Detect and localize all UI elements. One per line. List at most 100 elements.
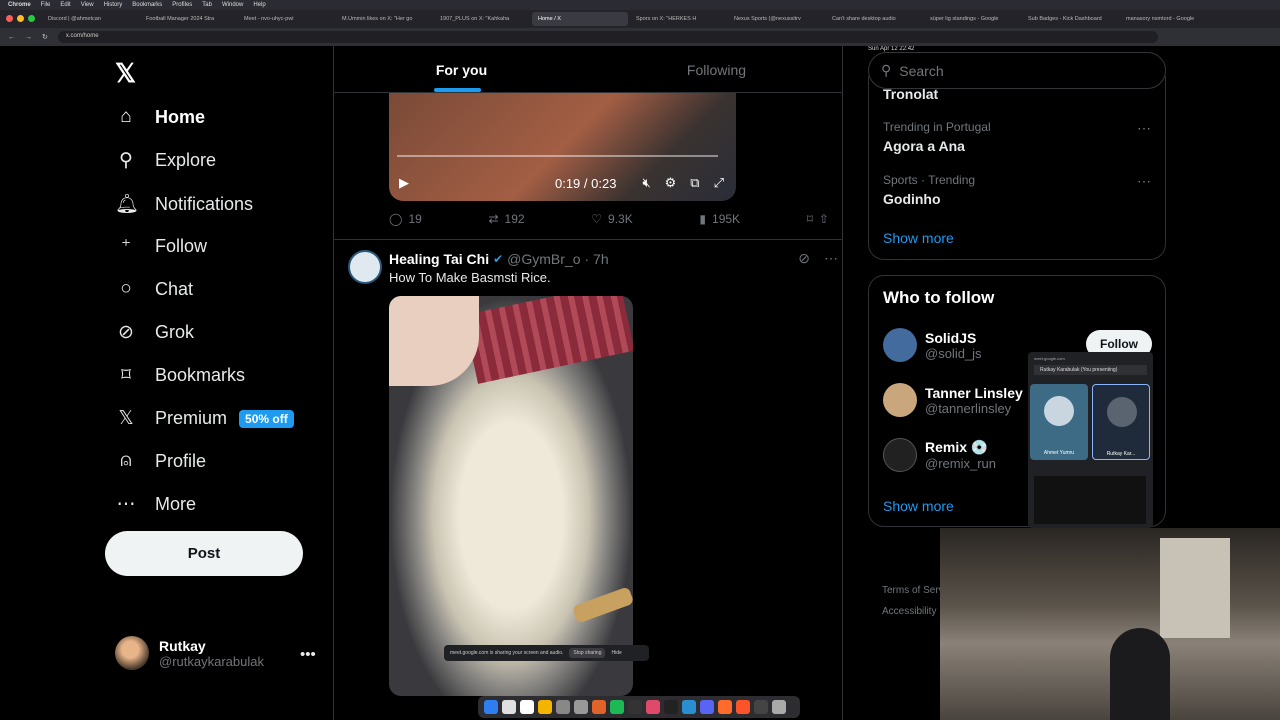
menu-edit[interactable]: Edit	[60, 2, 70, 8]
post-button[interactable]: Post	[105, 531, 303, 576]
video-controls: ▶ 0:19 / 0:23 🔇︎ ⚙ ⧉ ⤢	[399, 175, 724, 191]
nav-follow[interactable]: ⁺ Follow	[115, 235, 207, 258]
chrome-icon[interactable]	[538, 700, 552, 714]
app-icon[interactable]	[592, 700, 606, 714]
menu-bookmarks[interactable]: Bookmarks	[132, 2, 162, 8]
menu-help[interactable]: Help	[253, 2, 265, 8]
footer-link-terms[interactable]: Terms of Serv	[882, 580, 944, 601]
post-author-name[interactable]: Healing Tai Chi	[389, 251, 489, 267]
follow-suggestion[interactable]: Remix 💿 @remix_run	[883, 438, 996, 472]
settings-icon[interactable]	[556, 700, 570, 714]
reply-button[interactable]: ◯ 19	[389, 212, 422, 226]
browser-tab[interactable]: manasory nsmtord - Google	[1120, 12, 1216, 26]
browser-tab[interactable]: Discord | @ahmetcan	[42, 12, 138, 26]
app-icon[interactable]	[628, 700, 642, 714]
trends-show-more[interactable]: Show more	[883, 230, 954, 246]
menu-profiles[interactable]: Profiles	[172, 2, 192, 8]
mute-icon[interactable]: 🔇︎	[642, 175, 650, 191]
trend-more-icon[interactable]: ⋯	[1137, 173, 1151, 190]
footer-link-accessibility[interactable]: Accessibility	[882, 601, 944, 622]
avatar[interactable]	[348, 250, 382, 284]
brave-icon[interactable]	[736, 700, 750, 714]
nav-notifications[interactable]: 🔔︎ Notifications	[115, 192, 253, 216]
browser-tab[interactable]: Football Manager 2024 Stra	[140, 12, 236, 26]
pip-icon[interactable]: ⧉	[690, 175, 699, 191]
slack-icon[interactable]	[502, 700, 516, 714]
share-icon[interactable]: ⇧	[819, 212, 829, 226]
video-progress-bar[interactable]	[397, 155, 718, 157]
menu-history[interactable]: History	[104, 2, 123, 8]
follow-suggestion[interactable]: SolidJS @solid_js	[883, 328, 982, 362]
nav-grok[interactable]: ⊘ Grok	[115, 321, 194, 344]
account-more-icon[interactable]: •••	[300, 646, 316, 663]
like-button[interactable]: ♡ 9.3K	[591, 212, 632, 226]
reload-icon[interactable]: ↻	[42, 33, 48, 41]
close-window-button[interactable]	[6, 15, 13, 22]
post-author-handle[interactable]: @GymBr_o	[507, 251, 580, 267]
who-to-follow-show-more[interactable]: Show more	[883, 498, 954, 514]
calendar-icon[interactable]	[520, 700, 534, 714]
menu-view[interactable]: View	[81, 2, 94, 8]
nav-bookmarks[interactable]: ⌑ Bookmarks	[115, 364, 245, 387]
trend-more-icon[interactable]: ⋯	[1137, 120, 1151, 137]
post-timestamp[interactable]: · 7h	[585, 251, 609, 267]
discord-icon[interactable]	[700, 700, 714, 714]
post-video[interactable]: ▶ 0:19 / 0:23 🔇︎ ⚙ ⧉ ⤢	[389, 93, 736, 201]
stop-sharing-button[interactable]: Stop sharing	[569, 648, 606, 658]
back-icon[interactable]: ←	[8, 34, 15, 41]
browser-tab[interactable]: 1907_PLUS on X: "Kahkaha	[434, 12, 530, 26]
meet-participant-tile[interactable]: Rutkay Kar...	[1092, 384, 1150, 460]
app-icon[interactable]	[574, 700, 588, 714]
follow-suggestion[interactable]: Tanner Linsley @tannerlinsley	[883, 383, 1023, 417]
browser-tab[interactable]: Sub Badges - Kick Dashboard	[1022, 12, 1118, 26]
nav-premium[interactable]: 𝕏 Premium 50% off	[115, 407, 294, 430]
spotify-icon[interactable]	[610, 700, 624, 714]
forward-icon[interactable]: →	[25, 34, 32, 41]
account-switcher[interactable]: Rutkay @rutkaykarabulak	[115, 636, 264, 670]
browser-tab[interactable]: süper lig standings - Google	[924, 12, 1020, 26]
browser-tab[interactable]: M.Ummin likes on X: "Her go	[336, 12, 432, 26]
repost-button[interactable]: ⇄ 192	[488, 212, 524, 226]
search-input[interactable]: ⚲ Search	[868, 52, 1166, 89]
settings-gear-icon[interactable]: ⚙	[665, 175, 677, 191]
post-video[interactable]	[389, 296, 633, 696]
trash-icon[interactable]	[772, 700, 786, 714]
zoom-window-button[interactable]	[28, 15, 35, 22]
meet-participant-tile[interactable]: Ahmet Yumru	[1030, 384, 1088, 460]
app-icon[interactable]	[682, 700, 696, 714]
x-logo-icon[interactable]: 𝕏	[115, 58, 136, 89]
menu-file[interactable]: File	[41, 2, 51, 8]
trend-item[interactable]: Sports · Trending Godinho	[883, 173, 975, 207]
menu-tab[interactable]: Tab	[202, 2, 212, 8]
browser-tab-active[interactable]: Home / X	[532, 12, 628, 26]
post-more-icon[interactable]: ⋯	[824, 250, 838, 267]
finder-icon[interactable]	[484, 700, 498, 714]
browser-tab[interactable]: Meet - nvo-uhyc-pwi	[238, 12, 334, 26]
nav-explore[interactable]: ⚲ Explore	[115, 149, 216, 172]
trend-item[interactable]: Trending in Portugal Agora a Ana	[883, 120, 991, 154]
tab-following[interactable]: Following	[589, 46, 842, 92]
tab-for-you[interactable]: For you	[334, 46, 589, 92]
grok-icon[interactable]: ⊘	[798, 250, 810, 267]
meet-floating-panel[interactable]: meet.google.com Rutkay Karabulak (You pr…	[1028, 352, 1153, 528]
browser-tab[interactable]: Nexus Sports (@nexussitrv	[728, 12, 824, 26]
nav-chat[interactable]: ○ Chat	[115, 278, 193, 300]
browser-tab[interactable]: Sporx on X: "HERKES H	[630, 12, 726, 26]
views-button[interactable]: ▮ 195K	[699, 212, 740, 226]
menubar-app-name[interactable]: Chrome	[8, 2, 31, 8]
app-icon[interactable]	[718, 700, 732, 714]
hide-button[interactable]: Hide	[611, 650, 621, 656]
fullscreen-icon[interactable]: ⤢	[714, 175, 724, 191]
bookmark-post-button[interactable]: ⌑ ⇧	[807, 212, 829, 226]
nav-more[interactable]: ⋯ More	[115, 493, 197, 516]
menu-window[interactable]: Window	[222, 2, 243, 8]
address-bar[interactable]: x.com/home	[57, 31, 1158, 43]
minimize-window-button[interactable]	[17, 15, 24, 22]
app-icon[interactable]	[754, 700, 768, 714]
browser-tab[interactable]: Can't share desktop audio	[826, 12, 922, 26]
app-icon[interactable]	[646, 700, 660, 714]
nav-home[interactable]: ⌂ Home	[115, 106, 205, 128]
play-icon[interactable]: ▶	[399, 175, 409, 191]
terminal-icon[interactable]	[664, 700, 678, 714]
nav-profile[interactable]: ⍝ Profile	[115, 450, 206, 472]
